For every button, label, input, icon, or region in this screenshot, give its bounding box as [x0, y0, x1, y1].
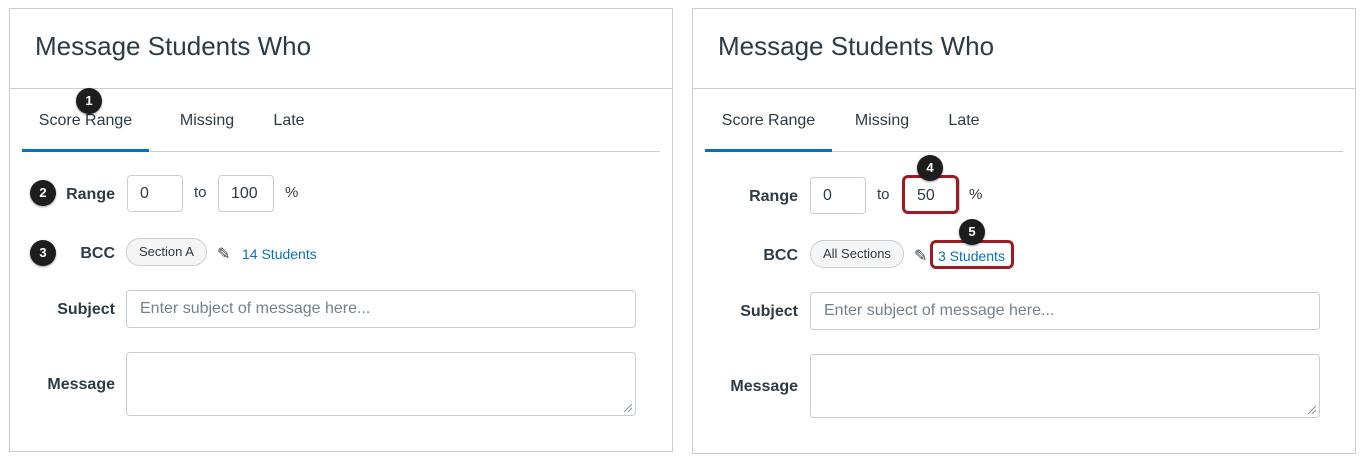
message-students-dialog-right: Message Students Who Score Range Missing… [692, 8, 1356, 454]
tab-missing[interactable]: Missing [172, 89, 242, 152]
callout-badge-3: 3 [30, 240, 56, 266]
percent-sign: % [285, 184, 299, 201]
tab-missing[interactable]: Missing [853, 89, 911, 152]
range-to-input[interactable]: 100 [218, 175, 274, 212]
dialog-header: Message Students Who [10, 9, 672, 89]
message-textarea[interactable] [126, 352, 636, 416]
dialog-title: Message Students Who [35, 31, 312, 61]
message-students-dialog-left: Message Students Who Score Range Missing… [9, 8, 673, 452]
dialog-title: Message Students Who [718, 31, 995, 61]
range-from-input[interactable]: 0 [127, 175, 183, 212]
pencil-icon[interactable]: ✎ [217, 244, 230, 264]
callout-badge-5: 5 [959, 219, 985, 245]
resize-grip-icon[interactable] [624, 404, 632, 412]
tab-list: Score Range Missing Late [705, 89, 1343, 152]
range-to-text: to [194, 184, 207, 201]
range-from-input[interactable]: 0 [810, 177, 866, 214]
subject-input[interactable]: Enter subject of message here... [810, 292, 1320, 330]
students-link[interactable]: 14 Students [242, 246, 317, 262]
tab-score-range[interactable]: Score Range [705, 89, 832, 152]
section-pill[interactable]: Section A [126, 238, 207, 266]
tab-late[interactable]: Late [266, 89, 312, 152]
subject-label: Subject [57, 301, 115, 318]
message-label: Message [730, 378, 798, 395]
tab-late[interactable]: Late [947, 89, 981, 152]
callout-badge-1: 1 [76, 88, 102, 114]
callout-badge-2: 2 [30, 180, 56, 206]
message-label: Message [47, 376, 115, 393]
tab-list: Score Range Missing Late [22, 89, 660, 152]
bcc-label: BCC [763, 247, 798, 264]
subject-label: Subject [740, 303, 798, 320]
subject-input[interactable]: Enter subject of message here... [126, 290, 636, 328]
section-pill[interactable]: All Sections [810, 240, 904, 268]
range-label: Range [749, 188, 798, 205]
resize-grip-icon[interactable] [1308, 406, 1316, 414]
percent-sign: % [969, 186, 983, 203]
message-textarea[interactable] [810, 354, 1320, 418]
pencil-icon[interactable]: ✎ [914, 246, 927, 266]
range-to-text: to [877, 186, 890, 203]
dialog-header: Message Students Who [693, 9, 1355, 89]
callout-badge-4: 4 [917, 155, 943, 181]
